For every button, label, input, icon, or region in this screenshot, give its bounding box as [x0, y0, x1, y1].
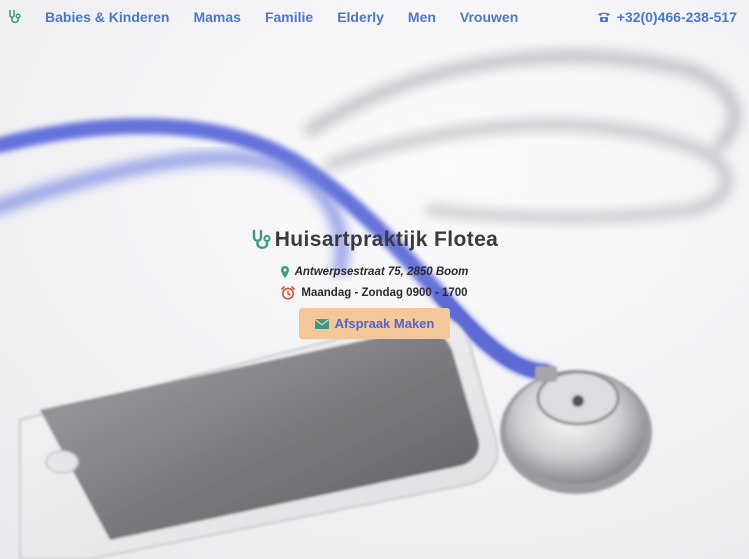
- opening-hours: Maandag - Zondag 0900 - 1700: [0, 286, 749, 300]
- nav-link-babies-kinderen[interactable]: Babies & Kinderen: [45, 9, 169, 25]
- make-appointment-label: Afspraak Maken: [334, 316, 435, 331]
- nav-link-mamas[interactable]: Mamas: [193, 9, 240, 25]
- address-text: Antwerpsestraat 75, 2850 Boom: [294, 266, 469, 278]
- nav-link-men[interactable]: Men: [408, 9, 436, 25]
- nav-link-familie[interactable]: Familie: [265, 9, 313, 25]
- page: Babies & Kinderen Mamas Familie Elderly …: [0, 0, 749, 559]
- map-marker-icon: [280, 266, 289, 278]
- page-title-text: Huisartpraktijk Flotea: [274, 228, 499, 251]
- top-navbar: Babies & Kinderen Mamas Familie Elderly …: [0, 0, 749, 36]
- nav-link-vrouwen[interactable]: Vrouwen: [460, 9, 518, 25]
- nav-link-elderly[interactable]: Elderly: [337, 9, 384, 25]
- stethoscope-icon: [252, 229, 271, 249]
- phone-number: +32(0)466-238-517: [616, 9, 737, 25]
- envelope-icon: [314, 318, 329, 329]
- hours-text: Maandag - Zondag 0900 - 1700: [301, 287, 468, 299]
- phone-link[interactable]: +32(0)466-238-517: [597, 9, 737, 25]
- address: Antwerpsestraat 75, 2850 Boom: [0, 266, 749, 278]
- make-appointment-button[interactable]: Afspraak Maken: [298, 308, 451, 339]
- page-title: Huisartpraktijk Flotea: [251, 228, 499, 252]
- hero-content: Huisartpraktijk Flotea Antwerpsestraat 7…: [0, 228, 749, 339]
- alarm-clock-icon: [281, 286, 296, 300]
- nav-links: Babies & Kinderen Mamas Familie Elderly …: [45, 9, 542, 25]
- stethoscope-icon[interactable]: [8, 9, 22, 25]
- phone-icon: [597, 12, 610, 22]
